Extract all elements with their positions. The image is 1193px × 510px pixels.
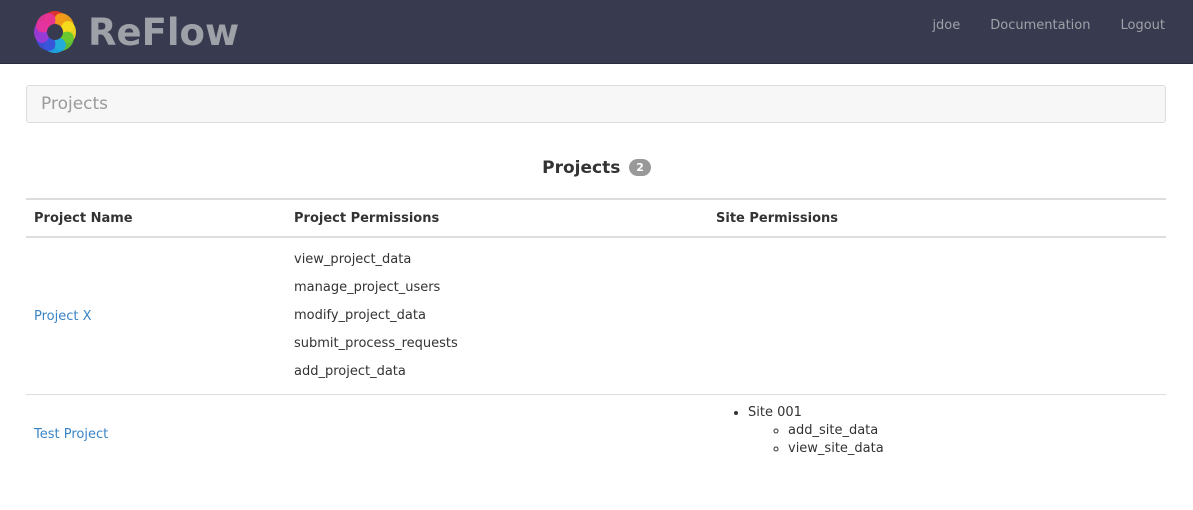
projects-heading-text: Projects [542,158,621,178]
top-navbar: ReFlow jdoe Documentation Logout [0,0,1193,64]
nav-documentation-link[interactable]: Documentation [990,18,1090,33]
header-site-permissions: Site Permissions [708,198,1166,238]
breadcrumb-current: Projects [41,94,109,114]
project-name-cell: Project X [26,237,286,395]
brand-name: ReFlow [88,10,240,54]
project-name-cell: Test Project [26,395,286,475]
project-permissions-cell: view_project_data manage_project_users m… [286,237,708,395]
table-row: Test Project Site 001 add_site_data view… [26,395,1166,475]
projects-count-badge: 2 [629,159,651,176]
site-permission-item: add_site_data [788,422,1158,440]
site-name: Site 001 [748,405,802,420]
table-row: Project X view_project_data manage_proje… [26,237,1166,395]
site-list: Site 001 add_site_data view_site_data [716,404,1158,458]
nav-user-link[interactable]: jdoe [932,18,960,33]
project-link[interactable]: Test Project [34,427,108,442]
reflow-logo-icon [34,11,76,53]
permission-item: submit_process_requests [294,336,458,351]
nav-logout-link[interactable]: Logout [1120,18,1165,33]
breadcrumb: Projects [26,85,1166,123]
permission-item: manage_project_users [294,280,441,295]
header-project-name: Project Name [26,198,286,238]
projects-heading: Projects 2 [0,158,1193,178]
projects-table: Project Name Project Permissions Site Pe… [26,198,1166,475]
logo-center [47,24,63,40]
site-permissions-cell [708,237,1166,395]
project-permissions-cell [286,395,708,475]
site-permission-list: add_site_data view_site_data [748,422,1158,458]
header-project-permissions: Project Permissions [286,198,708,238]
permission-list: view_project_data manage_project_users m… [294,246,700,386]
nav-links: jdoe Documentation Logout [902,0,1165,50]
site-item: Site 001 add_site_data view_site_data [748,404,1158,458]
permission-item: view_project_data [294,252,412,267]
permission-item: modify_project_data [294,308,426,323]
site-permissions-cell: Site 001 add_site_data view_site_data [708,395,1166,475]
brand-home-link[interactable]: ReFlow [30,7,239,57]
permission-item: add_project_data [294,364,406,379]
project-link[interactable]: Project X [34,309,92,324]
site-permission-item: view_site_data [788,440,1158,458]
table-header-row: Project Name Project Permissions Site Pe… [26,198,1166,238]
